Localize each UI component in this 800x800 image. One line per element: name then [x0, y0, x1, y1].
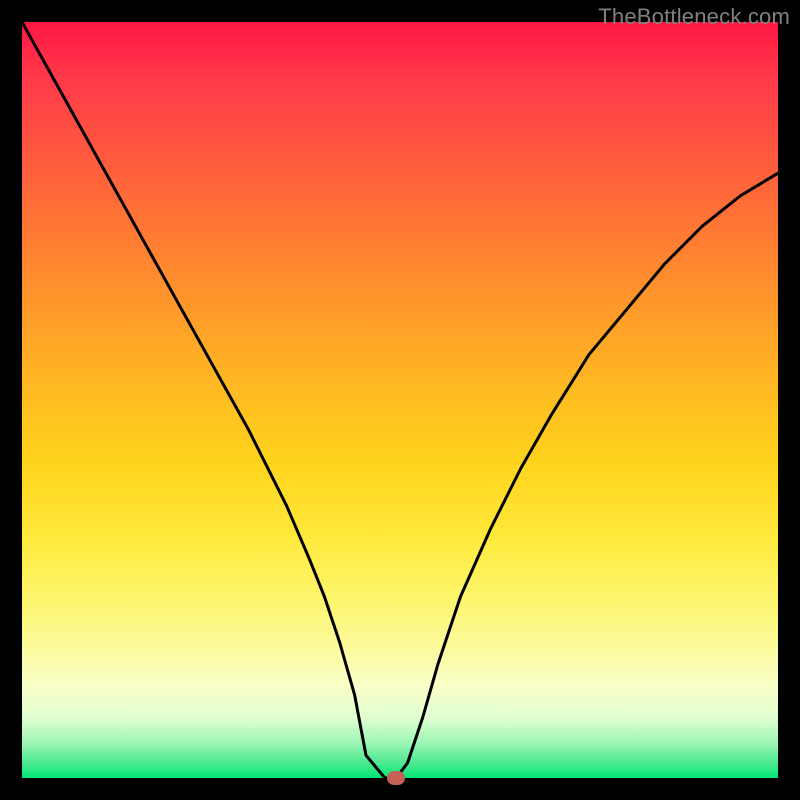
- watermark-text: TheBottleneck.com: [598, 4, 790, 30]
- optimum-marker: [387, 771, 405, 785]
- bottleneck-curve: [22, 22, 778, 778]
